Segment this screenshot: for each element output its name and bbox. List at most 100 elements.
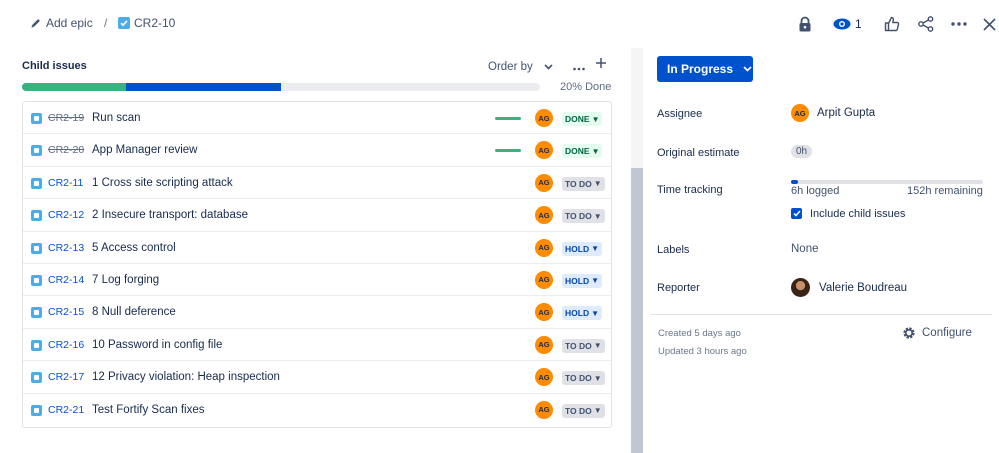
issue-summary[interactable]: 8 Null deference: [92, 306, 176, 318]
child-issue-row[interactable]: CR2-21 Test Fortify Scan fixes AG TO DO ▼: [23, 394, 611, 426]
assignee-avatar[interactable]: AG: [535, 206, 553, 225]
issue-key-link[interactable]: CR2-11: [48, 177, 83, 189]
assignee-avatar[interactable]: AG: [535, 270, 553, 289]
child-issue-row[interactable]: CR2-16 10 Password in config file AG TO DO ▼: [23, 329, 611, 362]
status-transition-button[interactable]: In Progress: [657, 56, 753, 82]
assignee-avatar: AG: [791, 104, 809, 122]
time-tracking-bar[interactable]: [791, 180, 983, 184]
check-icon: [792, 210, 801, 217]
issue-summary[interactable]: Run scan: [92, 112, 141, 124]
updated-text: Updated 3 hours ago: [658, 346, 747, 357]
subtask-icon: [31, 242, 42, 254]
progress-percent-text: 20% Done: [560, 81, 612, 93]
child-issue-row[interactable]: CR2-17 12 Privacy violation: Heap inspect…: [23, 361, 611, 394]
reporter-avatar: [791, 278, 810, 297]
issue-key-link[interactable]: CR2-21: [48, 404, 84, 416]
issue-summary[interactable]: Test Fortify Scan fixes: [92, 404, 204, 416]
status-lozenge[interactable]: TO DO ▼: [562, 176, 605, 191]
issue-summary[interactable]: 5 Access control: [92, 242, 176, 254]
labels-field[interactable]: None: [791, 243, 819, 255]
issue-summary[interactable]: App Manager review: [92, 144, 197, 156]
add-epic-link[interactable]: Add epic: [30, 16, 93, 30]
status-lozenge[interactable]: DONE ▼: [562, 144, 603, 159]
issue-summary[interactable]: 1 Cross site scripting attack: [92, 177, 233, 189]
top-bar: Add epic / CR2-10 1: [0, 0, 999, 48]
child-issue-row[interactable]: CR2-15 8 Null deference AG HOLD ▼: [23, 296, 611, 329]
child-issue-row[interactable]: CR2-11 1 Cross site scripting attack AG TO …: [23, 167, 611, 200]
watch-count: 1: [855, 17, 862, 31]
lock-button[interactable]: [795, 14, 815, 34]
watch-button[interactable]: 1: [833, 14, 862, 34]
add-child-issue-button[interactable]: [595, 56, 607, 74]
subtask-icon: [31, 339, 42, 351]
subtask-icon: [31, 372, 42, 384]
subtask-icon: [31, 404, 42, 416]
assignee-avatar[interactable]: AG: [535, 141, 553, 160]
child-issue-row[interactable]: CR2-19 Run scan AG DONE ▼: [23, 102, 611, 135]
child-issues-list: CR2-19 Run scan AG DONE ▼ CR2-20 App Manager r…: [22, 101, 612, 428]
scrollbar-thumb[interactable]: [631, 168, 643, 453]
breadcrumb-issue-link[interactable]: CR2-10: [118, 16, 175, 30]
issue-key-link[interactable]: CR2-19: [48, 112, 84, 124]
child-issue-row[interactable]: CR2-20 App Manager review AG DONE ▼: [23, 134, 611, 167]
original-estimate-field[interactable]: 0h: [791, 145, 813, 158]
issue-summary[interactable]: 2 Insecure transport: database: [92, 209, 248, 221]
pencil-icon: [31, 19, 40, 28]
issue-summary[interactable]: 12 Privacy violation: Heap inspection: [92, 371, 280, 383]
issue-key-link[interactable]: CR2-17: [48, 371, 84, 383]
issue-key-link[interactable]: CR2-14: [48, 274, 84, 286]
issue-key-link[interactable]: CR2-12: [48, 209, 84, 221]
share-icon: [917, 16, 934, 32]
status-text: DONE: [565, 114, 590, 124]
breadcrumb-issue-key: CR2-10: [134, 16, 176, 30]
issue-key-link[interactable]: CR2-15: [48, 306, 84, 318]
add-epic-label: Add epic: [46, 16, 93, 30]
status-lozenge[interactable]: TO DO ▼: [562, 371, 605, 386]
status-lozenge[interactable]: TO DO ▼: [562, 403, 605, 418]
order-by-button[interactable]: Order by: [488, 61, 553, 73]
status-lozenge[interactable]: TO DO ▼: [562, 338, 605, 353]
issue-key-link[interactable]: CR2-13: [48, 242, 84, 254]
issue-key-link[interactable]: CR2-16: [48, 339, 84, 351]
assignee-avatar[interactable]: AG: [535, 368, 553, 387]
status-lozenge[interactable]: HOLD ▼: [562, 273, 603, 288]
assignee-avatar[interactable]: AG: [535, 303, 553, 322]
assignee-avatar[interactable]: AG: [535, 400, 553, 419]
assignee-avatar[interactable]: AG: [535, 335, 553, 354]
time-tracking-fill: [791, 180, 799, 184]
gear-icon: [903, 327, 915, 339]
time-logged-text: 6h logged: [791, 185, 840, 197]
more-actions-button[interactable]: [950, 14, 967, 34]
assignee-avatar[interactable]: AG: [535, 238, 553, 257]
plus-icon: [596, 58, 606, 68]
status-text: DONE: [565, 146, 590, 157]
child-issues-more-button[interactable]: [573, 58, 585, 74]
include-child-issues-checkbox[interactable]: [791, 208, 802, 219]
close-button[interactable]: [983, 14, 996, 34]
share-button[interactable]: [917, 14, 934, 34]
status-lozenge[interactable]: HOLD ▼: [562, 306, 603, 321]
assignee-field[interactable]: AG Arpit Gupta: [791, 104, 875, 122]
status-lozenge[interactable]: TO DO ▼: [562, 209, 605, 224]
child-issue-row[interactable]: CR2-14 7 Log forging AG HOLD ▼: [23, 264, 611, 297]
chevron-down-icon: ▼: [591, 276, 600, 286]
subtask-icon: [31, 274, 42, 286]
created-text: Created 5 days ago: [658, 328, 741, 339]
issue-summary[interactable]: 10 Password in config file: [92, 339, 222, 351]
issue-summary[interactable]: 7 Log forging: [92, 274, 159, 286]
child-issue-row[interactable]: CR2-12 2 Insecure transport: database AG TO…: [23, 199, 611, 232]
assignee-avatar[interactable]: AG: [535, 173, 553, 192]
subtask-icon: [31, 113, 42, 124]
like-button[interactable]: [884, 14, 900, 34]
issue-key-link[interactable]: CR2-20: [48, 144, 84, 156]
labels-value: None: [791, 243, 819, 255]
child-issue-row[interactable]: CR2-13 5 Access control AG HOLD ▼: [23, 232, 611, 264]
done-progress-line: [495, 149, 521, 153]
configure-button[interactable]: Configure: [902, 326, 972, 340]
status-text: TO DO: [565, 178, 592, 189]
reporter-field[interactable]: Valerie Boudreau: [791, 278, 907, 297]
assignee-avatar[interactable]: AG: [535, 109, 553, 127]
status-lozenge[interactable]: HOLD ▼: [562, 241, 603, 256]
status-lozenge[interactable]: DONE ▼: [562, 112, 603, 126]
details-divider: [651, 314, 992, 315]
